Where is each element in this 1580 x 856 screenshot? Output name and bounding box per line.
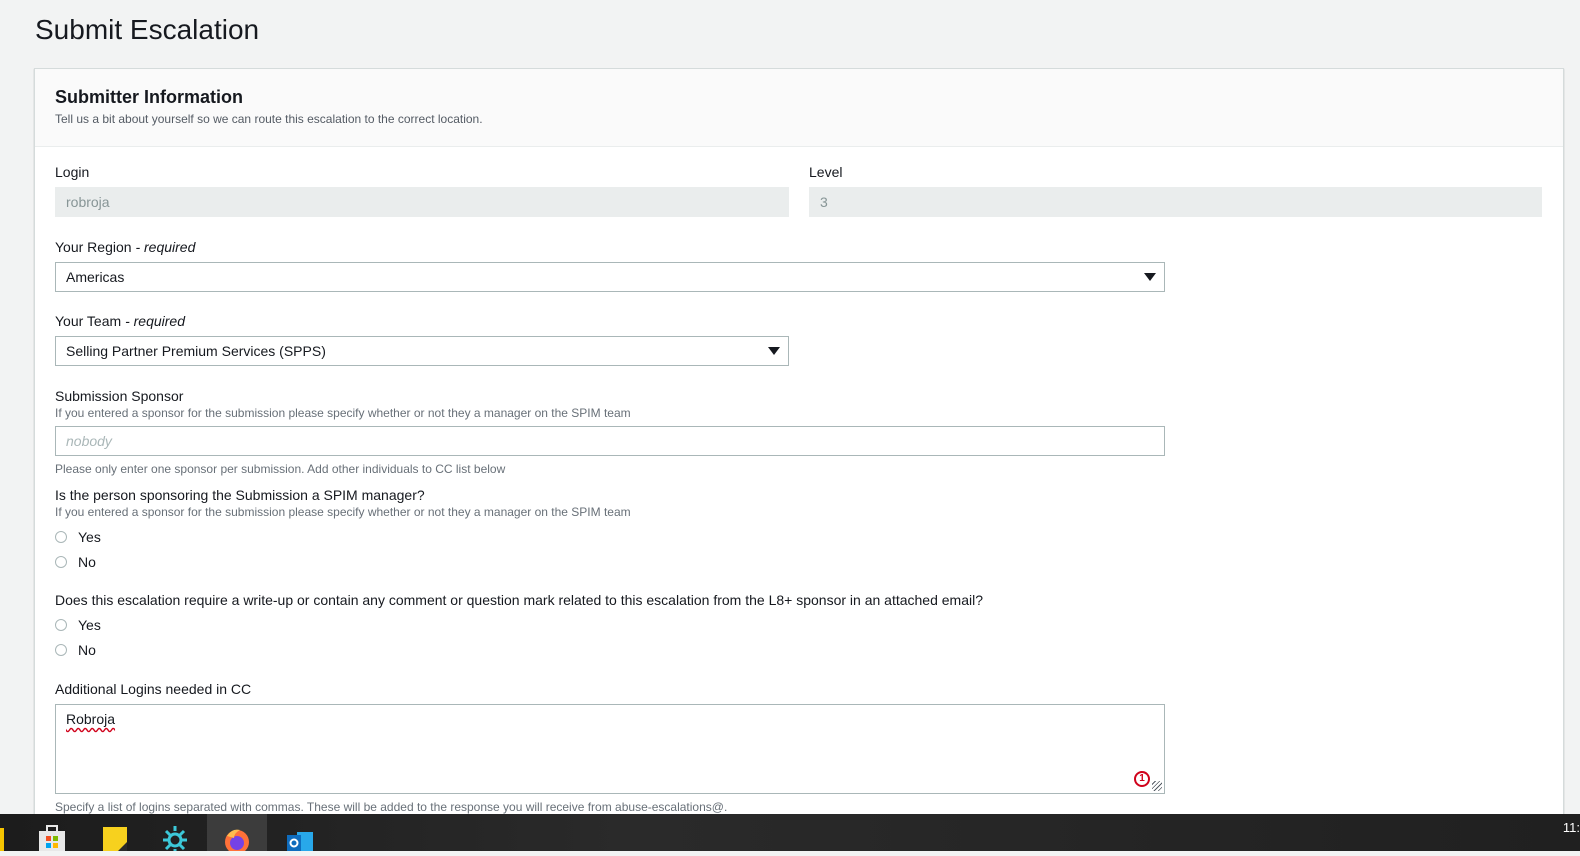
cc-textarea[interactable]: Robroja 1 [55, 704, 1165, 794]
radio-label: No [78, 553, 96, 570]
writeup-radio-group: Yes No [55, 612, 1165, 662]
cc-hint: Specify a list of logins separated with … [55, 800, 728, 814]
region-label-text: Your Region [55, 239, 132, 255]
login-input: robroja [55, 187, 789, 217]
radio-button[interactable] [55, 555, 67, 568]
cc-field: Additional Logins needed in CC Robroja 1… [55, 680, 1165, 815]
cc-textarea-value: Robroja [66, 711, 116, 727]
spim-manager-field: Is the person sponsoring the Submission … [55, 486, 1165, 574]
region-field: Your Region - required Americas [55, 238, 1165, 292]
firefox-icon[interactable] [222, 824, 252, 854]
spim-manager-description: If you entered a sponsor for the submiss… [55, 505, 631, 519]
radio-label: Yes [78, 616, 101, 633]
outlook-icon[interactable] [285, 824, 315, 851]
writeup-option-no[interactable]: No [55, 637, 1165, 662]
writeup-question: Does this escalation require a write-up … [55, 592, 983, 608]
region-label: Your Region - required [55, 238, 1165, 256]
team-label-text: Your Team [55, 313, 122, 329]
team-label: Your Team - required [55, 312, 789, 330]
login-label: Login [55, 164, 90, 180]
level-label: Level [809, 164, 843, 180]
section-title: Submitter Information [55, 87, 243, 107]
team-required-tag: - required [125, 313, 185, 329]
taskbar-clock[interactable]: 11: [1563, 820, 1580, 835]
taskbar: 11: [0, 814, 1580, 854]
sponsor-field: Submission Sponsor If you entered a spon… [55, 387, 1165, 477]
team-field: Your Team - required Selling Partner Pre… [55, 312, 789, 366]
section-description: Tell us a bit about yourself so we can r… [55, 112, 483, 126]
writeup-field: Does this escalation require a write-up … [55, 591, 1165, 662]
sponsor-description: If you entered a sponsor for the submiss… [55, 406, 631, 420]
store-icon[interactable] [37, 824, 67, 851]
cc-label: Additional Logins needed in CC [55, 681, 252, 697]
team-selected-value: Selling Partner Premium Services (SPPS) [66, 343, 326, 359]
sponsor-input[interactable] [55, 426, 1165, 456]
region-select[interactable]: Americas [55, 262, 1165, 292]
login-field: Login robroja [55, 163, 789, 217]
panel-header: Submitter Information Tell us a bit abou… [35, 69, 1563, 147]
folder-icon[interactable] [0, 828, 4, 851]
sticky-notes-icon[interactable] [100, 824, 130, 851]
team-select[interactable]: Selling Partner Premium Services (SPPS) [55, 336, 789, 366]
writeup-option-yes[interactable]: Yes [55, 612, 1165, 637]
radio-label: No [78, 641, 96, 658]
radio-button[interactable] [55, 643, 67, 656]
level-field: Level 3 [809, 163, 1542, 217]
spim-manager-radio-group: Yes No [55, 524, 1165, 574]
spim-manager-option-yes[interactable]: Yes [55, 524, 1165, 549]
region-required-tag: - required [135, 239, 196, 255]
sponsor-label: Submission Sponsor [55, 388, 184, 404]
level-input: 3 [809, 187, 1542, 217]
radio-button[interactable] [55, 618, 67, 631]
spim-manager-option-no[interactable]: No [55, 549, 1165, 574]
radio-button[interactable] [55, 530, 67, 543]
sponsor-hint: Please only enter one sponsor per submis… [55, 462, 506, 476]
region-selected-value: Americas [66, 269, 125, 285]
spim-manager-question: Is the person sponsoring the Submission … [55, 487, 425, 503]
grammarly-badge-icon[interactable]: 1 [1134, 771, 1150, 787]
caret-down-icon [768, 347, 780, 355]
gear-app-icon[interactable] [160, 824, 190, 851]
resize-handle-icon[interactable] [1152, 781, 1162, 791]
page-title: Submit Escalation [35, 14, 260, 45]
submitter-information-panel: Submitter Information Tell us a bit abou… [34, 68, 1564, 830]
caret-down-icon [1144, 273, 1156, 281]
radio-label: Yes [78, 528, 101, 545]
